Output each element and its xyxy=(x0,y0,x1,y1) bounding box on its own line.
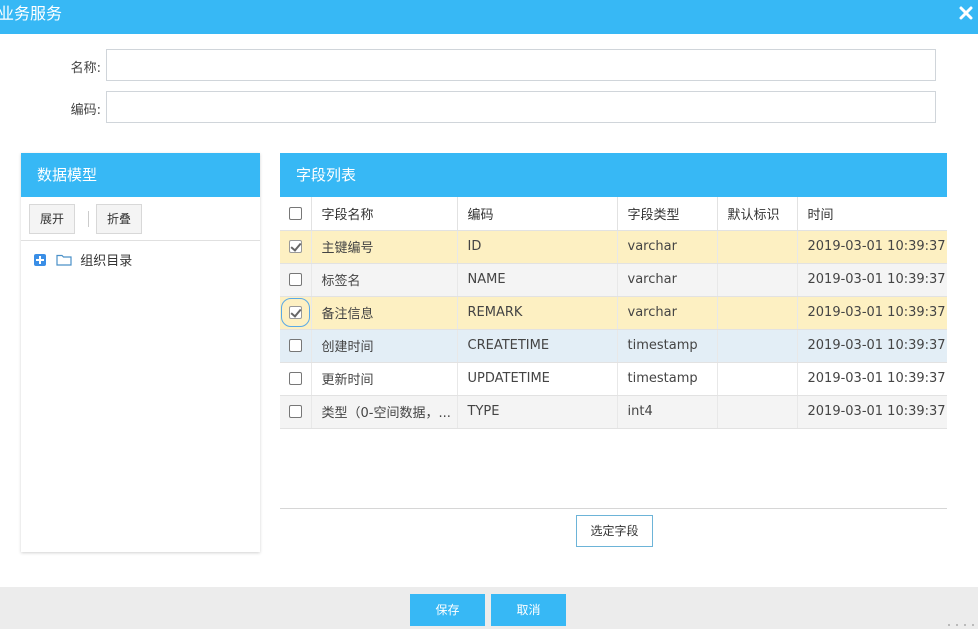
code-label: 编码: xyxy=(70,103,101,118)
select-all-checkbox[interactable] xyxy=(288,206,302,220)
field-code: ID xyxy=(457,230,618,264)
field-default xyxy=(717,230,798,264)
dialog-title: 业务服务 xyxy=(0,4,63,23)
collapse-button[interactable]: 折叠 xyxy=(96,204,143,234)
name-input[interactable] xyxy=(106,49,936,81)
field-type: int4 xyxy=(617,395,718,429)
field-type: varchar xyxy=(617,263,718,297)
table-row[interactable]: 备注信息 REMARK varchar 2019-03-01 10:39:37 xyxy=(280,296,947,330)
field-default xyxy=(717,329,798,363)
field-code: REMARK xyxy=(457,296,618,330)
field-code: NAME xyxy=(457,263,618,297)
field-type: timestamp xyxy=(617,362,718,396)
tree-node-org[interactable]: 组织目录 xyxy=(34,250,132,269)
column-header-type[interactable]: 字段类型 xyxy=(617,197,718,231)
field-code: CREATETIME xyxy=(457,329,618,363)
field-name: 创建时间 xyxy=(311,329,458,363)
cancel-button[interactable]: 取消 xyxy=(491,594,566,626)
table-header-row: 字段名称 编码 字段类型 默认标识 时间 xyxy=(280,197,947,231)
field-list-panel: 字段列表 字段名称 编码 字段类型 默认标识 时间 主键编号 ID varcha… xyxy=(280,153,947,552)
column-header-name[interactable]: 字段名称 xyxy=(311,197,458,231)
field-time: 2019-03-01 10:39:37 xyxy=(797,230,947,264)
field-name: 备注信息 xyxy=(311,296,458,330)
table-row[interactable]: 类型（0-空间数据，... TYPE int4 2019-03-01 10:39… xyxy=(280,395,947,429)
close-icon[interactable] xyxy=(958,5,974,21)
field-time: 2019-03-01 10:39:37 xyxy=(797,362,947,396)
field-default xyxy=(717,263,798,297)
field-type: timestamp xyxy=(617,329,718,363)
table-row[interactable]: 创建时间 CREATETIME timestamp 2019-03-01 10:… xyxy=(280,329,947,363)
field-time: 2019-03-01 10:39:37 xyxy=(797,395,947,429)
field-code: UPDATETIME xyxy=(457,362,618,396)
row-checkbox[interactable] xyxy=(288,405,302,418)
field-name: 类型（0-空间数据，... xyxy=(311,395,458,429)
table-row[interactable]: 标签名 NAME varchar 2019-03-01 10:39:37 xyxy=(280,263,947,297)
field-table: 字段名称 编码 字段类型 默认标识 时间 主键编号 ID varchar 201… xyxy=(280,197,947,429)
column-header-default[interactable]: 默认标识 xyxy=(717,197,798,231)
code-row: 编码: xyxy=(0,91,978,123)
row-checkbox[interactable] xyxy=(288,273,302,286)
dialog-footer: 保存 取消 xyxy=(0,587,978,629)
field-time: 2019-03-01 10:39:37 xyxy=(797,263,947,297)
field-list-title: 字段列表 xyxy=(280,153,947,197)
field-code: TYPE xyxy=(457,395,618,429)
name-row: 名称: xyxy=(0,49,978,81)
tree-node-label[interactable]: 组织目录 xyxy=(80,250,132,269)
row-checkbox[interactable] xyxy=(280,298,310,327)
tree-toolbar: 展开 折叠 xyxy=(21,197,260,241)
select-fields-button[interactable]: 选定字段 xyxy=(576,515,653,547)
field-default xyxy=(717,362,798,396)
expand-button[interactable]: 展开 xyxy=(29,204,76,234)
row-checkbox[interactable] xyxy=(288,240,302,253)
field-default xyxy=(717,296,798,330)
table-footer-divider xyxy=(280,508,947,509)
table-row[interactable]: 更新时间 UPDATETIME timestamp 2019-03-01 10:… xyxy=(280,362,947,396)
field-name: 主键编号 xyxy=(311,230,458,264)
field-time: 2019-03-01 10:39:37 xyxy=(797,329,947,363)
resize-grip-icon[interactable] xyxy=(946,623,976,627)
select-all-cell[interactable] xyxy=(280,197,312,231)
code-input[interactable] xyxy=(106,91,936,123)
column-header-code[interactable]: 编码 xyxy=(457,197,618,231)
row-checkbox[interactable] xyxy=(288,339,302,352)
field-default xyxy=(717,395,798,429)
plus-square-icon[interactable] xyxy=(34,253,46,266)
field-type: varchar xyxy=(617,296,718,330)
table-row[interactable]: 主键编号 ID varchar 2019-03-01 10:39:37 xyxy=(280,230,947,264)
dialog-titlebar: 业务服务 xyxy=(0,0,978,34)
field-name: 更新时间 xyxy=(311,362,458,396)
column-header-time[interactable]: 时间 xyxy=(797,197,947,231)
data-model-title: 数据模型 xyxy=(21,153,260,197)
toolbar-divider xyxy=(88,211,89,227)
field-type: varchar xyxy=(617,230,718,264)
data-model-panel: 数据模型 展开 折叠 组织目录 xyxy=(21,153,260,552)
field-name: 标签名 xyxy=(311,263,458,297)
field-time: 2019-03-01 10:39:37 xyxy=(797,296,947,330)
folder-icon xyxy=(56,254,72,266)
name-label: 名称: xyxy=(70,61,101,76)
row-checkbox[interactable] xyxy=(288,372,302,385)
save-button[interactable]: 保存 xyxy=(410,594,485,626)
